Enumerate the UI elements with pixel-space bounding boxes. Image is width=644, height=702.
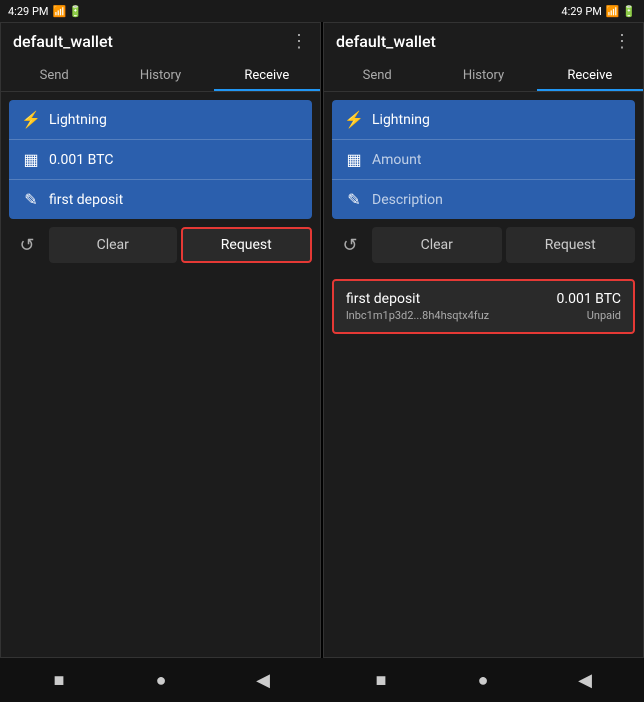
left-nav-back[interactable]: ◀ bbox=[245, 662, 281, 698]
result-right: 0.001 BTC Unpaid bbox=[557, 291, 621, 322]
right-nav-circle[interactable]: ● bbox=[465, 662, 501, 698]
right-result-card[interactable]: first deposit lnbc1m1p3d2...8h4hsqtx4fuz… bbox=[332, 279, 635, 334]
right-amount-placeholder: Amount bbox=[372, 152, 623, 168]
status-bar: 4:29 PM 📶 🔋 4:29 PM 📶 🔋 bbox=[0, 0, 644, 22]
right-clear-button[interactable]: Clear bbox=[372, 227, 502, 263]
right-amount-icon: ▦ bbox=[344, 150, 364, 169]
right-nav-square[interactable]: ■ bbox=[363, 662, 399, 698]
result-name: first deposit bbox=[346, 291, 489, 307]
time-right: 4:29 PM bbox=[561, 5, 601, 18]
left-tab-send[interactable]: Send bbox=[1, 60, 107, 91]
left-lightning-text: Lightning bbox=[49, 112, 300, 128]
right-lightning-text: Lightning bbox=[372, 112, 623, 128]
result-left: first deposit lnbc1m1p3d2...8h4hsqtx4fuz bbox=[346, 291, 489, 322]
bottom-nav-left: ■ ● ◀ bbox=[0, 658, 322, 702]
left-description-value: first deposit bbox=[49, 192, 300, 208]
left-description-icon: ✎ bbox=[21, 190, 41, 209]
phones-container: default_wallet ⋮ Send History Receive ⚡ … bbox=[0, 22, 644, 658]
left-nav-square[interactable]: ■ bbox=[41, 662, 77, 698]
left-tab-receive[interactable]: Receive bbox=[214, 60, 320, 91]
right-description-icon: ✎ bbox=[344, 190, 364, 209]
right-description-placeholder: Description bbox=[372, 192, 623, 208]
right-menu-icon[interactable]: ⋮ bbox=[613, 31, 631, 52]
time-left: 4:29 PM bbox=[8, 5, 48, 18]
left-amount-value: 0.001 BTC bbox=[49, 152, 300, 168]
left-request-button[interactable]: Request bbox=[181, 227, 313, 263]
left-menu-icon[interactable]: ⋮ bbox=[290, 31, 308, 52]
left-app-title: default_wallet bbox=[13, 32, 113, 51]
left-tabs: Send History Receive bbox=[1, 60, 320, 92]
right-panel: default_wallet ⋮ Send History Receive ⚡ … bbox=[323, 22, 644, 658]
right-form: ⚡ Lightning ▦ Amount ✎ Description bbox=[332, 100, 635, 219]
left-lightning-icon: ⚡ bbox=[21, 110, 41, 129]
right-action-row: ↺ Clear Request bbox=[332, 227, 635, 263]
right-tab-receive[interactable]: Receive bbox=[537, 60, 643, 91]
left-nav-circle[interactable]: ● bbox=[143, 662, 179, 698]
bottom-nav-right: ■ ● ◀ bbox=[322, 658, 644, 702]
left-panel: default_wallet ⋮ Send History Receive ⚡ … bbox=[0, 22, 321, 658]
status-bar-right: 4:29 PM 📶 🔋 bbox=[561, 5, 636, 18]
result-status: Unpaid bbox=[587, 309, 621, 322]
right-lightning-icon: ⚡ bbox=[344, 110, 364, 129]
status-bar-left: 4:29 PM 📶 🔋 bbox=[8, 5, 83, 18]
right-app-header: default_wallet ⋮ bbox=[324, 23, 643, 60]
signal-icons-right: 📶 🔋 bbox=[606, 5, 636, 18]
left-app-header: default_wallet ⋮ bbox=[1, 23, 320, 60]
right-amount-row[interactable]: ▦ Amount bbox=[332, 140, 635, 180]
right-tab-send[interactable]: Send bbox=[324, 60, 430, 91]
left-clear-button[interactable]: Clear bbox=[49, 227, 177, 263]
left-refresh-icon[interactable]: ↺ bbox=[9, 227, 45, 263]
bottom-nav: ■ ● ◀ ■ ● ◀ bbox=[0, 658, 644, 702]
right-nav-back[interactable]: ◀ bbox=[567, 662, 603, 698]
left-action-row: ↺ Clear Request bbox=[9, 227, 312, 263]
left-tab-history[interactable]: History bbox=[107, 60, 213, 91]
left-amount-icon: ▦ bbox=[21, 150, 41, 169]
right-tab-history[interactable]: History bbox=[430, 60, 536, 91]
result-amount: 0.001 BTC bbox=[557, 291, 621, 307]
right-request-button[interactable]: Request bbox=[506, 227, 636, 263]
left-form: ⚡ Lightning ▦ 0.001 BTC ✎ first deposit bbox=[9, 100, 312, 219]
left-lightning-row: ⚡ Lightning bbox=[9, 100, 312, 140]
signal-icons-left: 📶 🔋 bbox=[52, 5, 82, 18]
right-refresh-icon[interactable]: ↺ bbox=[332, 227, 368, 263]
result-address: lnbc1m1p3d2...8h4hsqtx4fuz bbox=[346, 309, 489, 322]
right-description-row[interactable]: ✎ Description bbox=[332, 180, 635, 219]
left-amount-row[interactable]: ▦ 0.001 BTC bbox=[9, 140, 312, 180]
right-lightning-row: ⚡ Lightning bbox=[332, 100, 635, 140]
right-app-title: default_wallet bbox=[336, 32, 436, 51]
right-tabs: Send History Receive bbox=[324, 60, 643, 92]
left-description-row[interactable]: ✎ first deposit bbox=[9, 180, 312, 219]
